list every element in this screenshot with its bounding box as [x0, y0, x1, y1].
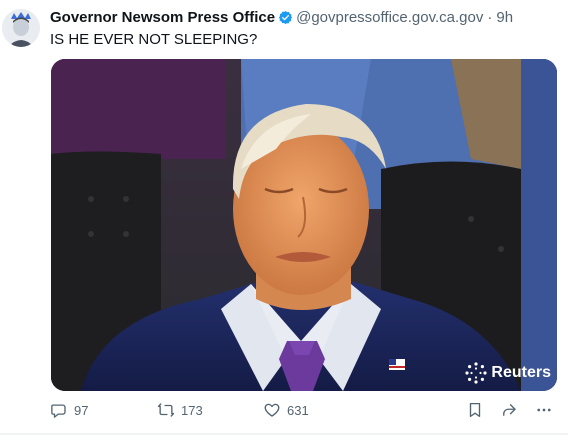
author-handle[interactable]: @govpressoffice.gov.ca.gov	[296, 8, 483, 27]
reply-count: 97	[74, 402, 89, 418]
verified-badge-icon	[278, 10, 293, 25]
author-name[interactable]: Governor Newsom Press Office	[50, 8, 275, 27]
tweet-actions: 97 173 631	[0, 401, 568, 423]
bookmark-button[interactable]	[466, 401, 490, 419]
reply-button[interactable]: 97	[50, 401, 88, 419]
like-button[interactable]: 631	[263, 401, 309, 419]
tweet-media-photo[interactable]: Reuters	[51, 59, 557, 391]
tweet-header: Governor Newsom Press Office @govpressof…	[50, 8, 513, 27]
reuters-watermark: Reuters	[465, 362, 551, 384]
heart-icon	[264, 403, 280, 417]
repost-button[interactable]: 173	[157, 401, 203, 419]
repost-icon	[157, 403, 175, 417]
separator-dot: ·	[487, 9, 493, 26]
reuters-logo-icon	[465, 362, 488, 384]
watermark-text: Reuters	[491, 364, 551, 381]
reply-icon	[51, 404, 66, 418]
repost-count: 173	[181, 402, 203, 418]
photo-image	[51, 59, 557, 391]
bookmark-icon	[469, 402, 481, 418]
more-icon	[537, 408, 551, 412]
more-button[interactable]	[535, 401, 559, 419]
tweet-text: IS HE EVER NOT SLEEPING?	[50, 31, 258, 48]
tweet-timestamp[interactable]: 9h	[496, 8, 513, 27]
avatar[interactable]	[2, 9, 40, 47]
share-icon	[503, 404, 516, 416]
like-count: 631	[287, 402, 309, 418]
share-button[interactable]	[500, 401, 524, 419]
avatar-image	[2, 9, 40, 47]
